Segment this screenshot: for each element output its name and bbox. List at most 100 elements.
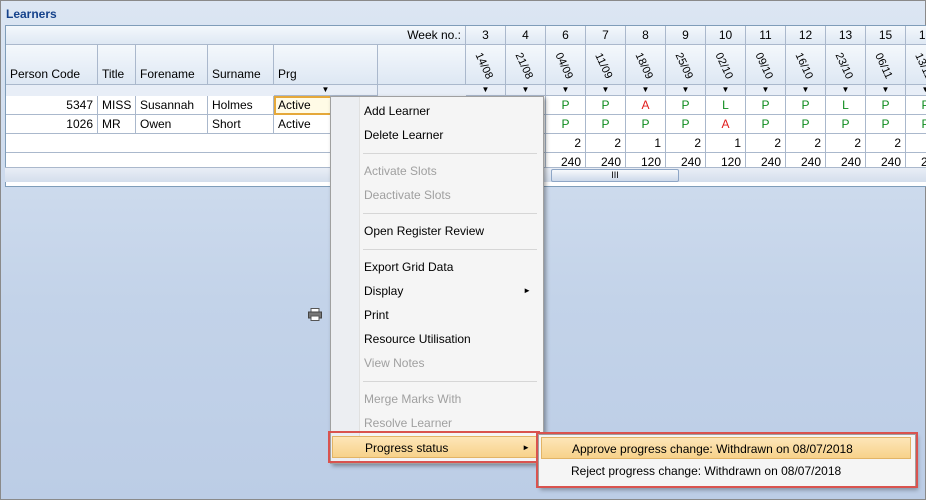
week-date-cell: 04/09 bbox=[546, 45, 586, 85]
possible-count: 2 bbox=[586, 134, 626, 153]
attendance-mark[interactable]: L bbox=[826, 96, 866, 115]
attendance-mark[interactable]: P bbox=[826, 115, 866, 134]
menu-delete-learner[interactable]: Delete Learner bbox=[332, 124, 541, 146]
highlight-box-progress-status bbox=[328, 431, 540, 463]
column-header-row: Person Code Title Forename Surname Prg 1… bbox=[6, 45, 926, 85]
possible-count: 2 bbox=[546, 134, 586, 153]
possible-count: 1 bbox=[626, 134, 666, 153]
menu-view-notes[interactable]: View Notes bbox=[332, 352, 541, 374]
week-filter-icon[interactable]: ▼ bbox=[826, 85, 866, 96]
attendance-mark[interactable]: A bbox=[706, 115, 746, 134]
col-prg[interactable]: Prg bbox=[274, 45, 378, 85]
week-date-cell: 18/09 bbox=[626, 45, 666, 85]
scroll-thumb[interactable]: III bbox=[551, 169, 679, 182]
filter-row: ▼ ▼▼▼▼▼▼▼▼▼▼▼▼ bbox=[6, 85, 926, 96]
week-date: 25/09 bbox=[672, 50, 696, 82]
week-filter-icon[interactable]: ▼ bbox=[706, 85, 746, 96]
menu-separator bbox=[363, 213, 537, 214]
week-filter-icon[interactable]: ▼ bbox=[466, 85, 506, 96]
possible-count: 2 bbox=[826, 134, 866, 153]
attendance-mark[interactable]: P bbox=[586, 115, 626, 134]
week-filter-icon[interactable]: ▼ bbox=[746, 85, 786, 96]
possible-count: 2 bbox=[746, 134, 786, 153]
menu-display[interactable]: Display ► bbox=[332, 280, 541, 302]
menu-separator bbox=[363, 249, 537, 250]
week-number: 9 bbox=[666, 26, 706, 45]
week-filter-icon[interactable]: ▼ bbox=[666, 85, 706, 96]
context-menu: Add Learner Delete Learner Activate Slot… bbox=[308, 96, 544, 464]
menu-print[interactable]: Print bbox=[308, 304, 541, 326]
week-date-cell: 06/11 bbox=[866, 45, 906, 85]
week-row: Week no.: 346789101112131516 bbox=[6, 26, 926, 45]
col-surname[interactable]: Surname bbox=[208, 45, 274, 85]
menu-resource-utilisation[interactable]: Resource Utilisation bbox=[332, 328, 541, 350]
week-filter-icon[interactable]: ▼ bbox=[506, 85, 546, 96]
attendance-mark[interactable]: P bbox=[586, 96, 626, 115]
attendance-mark[interactable]: P bbox=[546, 96, 586, 115]
cell-forename[interactable]: Owen bbox=[136, 115, 208, 134]
attendance-mark[interactable]: P bbox=[906, 96, 926, 115]
week-number: 16 bbox=[906, 26, 926, 45]
menu-display-label: Display bbox=[364, 284, 404, 298]
week-date-cell: 14/08 bbox=[466, 45, 506, 85]
week-date-cell: 11/09 bbox=[586, 45, 626, 85]
highlight-box-submenu bbox=[536, 432, 918, 488]
week-date: 14/08 bbox=[472, 50, 496, 82]
attendance-mark[interactable]: P bbox=[666, 115, 706, 134]
week-filter-icon[interactable]: ▼ bbox=[586, 85, 626, 96]
week-filter-icon[interactable]: ▼ bbox=[546, 85, 586, 96]
attendance-mark[interactable]: P bbox=[906, 115, 926, 134]
cell-person-code[interactable]: 1026 bbox=[6, 115, 98, 134]
attendance-mark[interactable]: P bbox=[786, 96, 826, 115]
possible-count: 2 bbox=[786, 134, 826, 153]
menu-merge-marks-with[interactable]: Merge Marks With bbox=[332, 388, 541, 410]
week-date: 13/11 bbox=[912, 51, 926, 81]
week-filter-icon[interactable]: ▼ bbox=[626, 85, 666, 96]
cell-surname[interactable]: Short bbox=[208, 115, 274, 134]
attendance-mark[interactable]: P bbox=[546, 115, 586, 134]
menu-export-grid-data[interactable]: Export Grid Data bbox=[332, 256, 541, 278]
possible-count: 1 bbox=[706, 134, 746, 153]
week-number: 6 bbox=[546, 26, 586, 45]
menu-open-register-review[interactable]: Open Register Review bbox=[332, 220, 541, 242]
attendance-mark[interactable]: P bbox=[866, 96, 906, 115]
week-number: 15 bbox=[866, 26, 906, 45]
week-number: 10 bbox=[706, 26, 746, 45]
cell-title[interactable]: MR bbox=[98, 115, 136, 134]
attendance-mark[interactable]: P bbox=[866, 115, 906, 134]
week-date-cell: 13/11 bbox=[906, 45, 926, 85]
attendance-mark[interactable]: P bbox=[626, 115, 666, 134]
attendance-mark[interactable]: P bbox=[746, 115, 786, 134]
menu-print-label: Print bbox=[364, 308, 389, 322]
attendance-mark[interactable]: P bbox=[746, 96, 786, 115]
cell-person-code[interactable]: 5347 bbox=[6, 96, 98, 115]
col-person-code[interactable]: Person Code bbox=[6, 45, 98, 85]
week-number: 3 bbox=[466, 26, 506, 45]
possible-count: 2 bbox=[666, 134, 706, 153]
week-date-cell: 25/09 bbox=[666, 45, 706, 85]
attendance-mark[interactable]: P bbox=[666, 96, 706, 115]
possible-count: 2 bbox=[866, 134, 906, 153]
week-date-cell: 21/08 bbox=[506, 45, 546, 85]
attendance-mark[interactable]: P bbox=[786, 115, 826, 134]
col-forename[interactable]: Forename bbox=[136, 45, 208, 85]
attendance-mark[interactable]: A bbox=[626, 96, 666, 115]
cell-surname[interactable]: Holmes bbox=[208, 96, 274, 115]
menu-deactivate-slots[interactable]: Deactivate Slots bbox=[332, 184, 541, 206]
week-filter-icon[interactable]: ▼ bbox=[866, 85, 906, 96]
menu-add-learner[interactable]: Add Learner bbox=[332, 100, 541, 122]
menu-separator bbox=[363, 381, 537, 382]
week-number: 11 bbox=[746, 26, 786, 45]
week-date: 16/10 bbox=[792, 50, 816, 82]
submenu-arrow-icon: ► bbox=[523, 286, 531, 295]
week-filter-icon[interactable]: ▼ bbox=[786, 85, 826, 96]
attendance-mark[interactable]: L bbox=[706, 96, 746, 115]
prg-filter-icon[interactable]: ▼ bbox=[274, 85, 378, 96]
cell-forename[interactable]: Susannah bbox=[136, 96, 208, 115]
cell-title[interactable]: MISS bbox=[98, 96, 136, 115]
week-date-cell: 16/10 bbox=[786, 45, 826, 85]
week-filter-icon[interactable]: ▼ bbox=[906, 85, 926, 96]
col-title[interactable]: Title bbox=[98, 45, 136, 85]
menu-activate-slots[interactable]: Activate Slots bbox=[332, 160, 541, 182]
week-label: Week no.: bbox=[6, 26, 466, 45]
